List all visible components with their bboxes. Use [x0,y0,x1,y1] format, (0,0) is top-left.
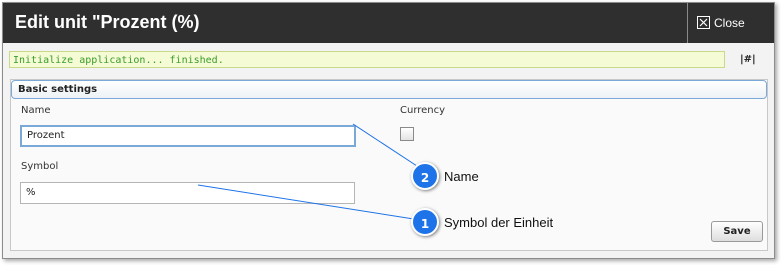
close-button[interactable]: Close [687,3,775,43]
name-input[interactable]: Prozent [20,125,356,147]
callout-badge-2: 2 [411,162,439,190]
currency-label: Currency [400,105,446,116]
panel-title: Basic settings [18,84,98,95]
currency-checkbox[interactable] [400,127,414,141]
symbol-input[interactable]: % [20,182,355,204]
basic-settings-panel: Basic settings Name Prozent Currency Sym… [10,79,768,251]
status-message: Initialize application... finished. [9,51,725,68]
panel-header[interactable]: Basic settings [11,80,767,99]
close-label: Close [714,16,745,30]
symbol-label: Symbol [21,161,59,172]
callout-text-name: Name [444,169,479,184]
save-button[interactable]: Save [711,221,763,242]
title-bar: Edit unit "Prozent (%) Close [3,3,774,43]
close-icon [697,16,710,29]
dialog-title: Edit unit "Prozent (%) [15,12,200,32]
name-label: Name [21,105,51,116]
callout-badge-1: 1 [411,208,439,236]
hash-link[interactable]: |#| [740,54,756,65]
edit-unit-dialog: Edit unit "Prozent (%) Close Initialize … [2,2,775,259]
callout-text-symbol: Symbol der Einheit [444,215,554,230]
